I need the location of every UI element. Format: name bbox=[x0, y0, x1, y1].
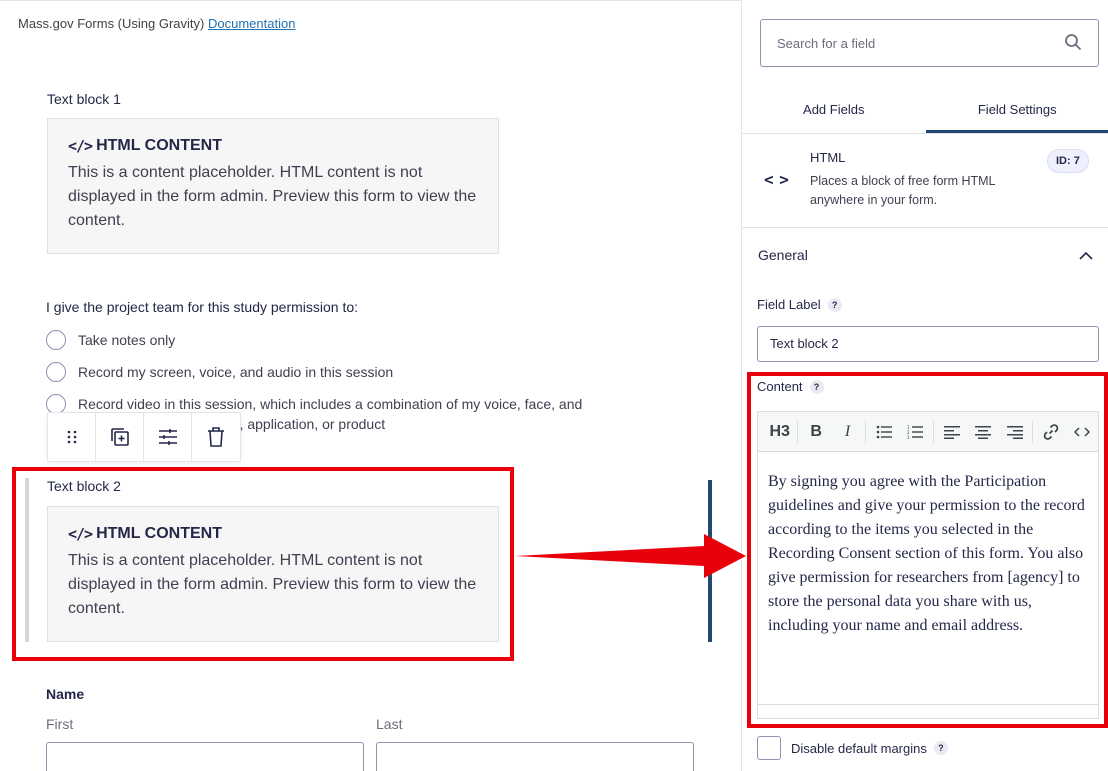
html-content-text: This is a content placeholder. HTML cont… bbox=[68, 164, 477, 229]
radio-button[interactable] bbox=[46, 362, 66, 382]
breadcrumb-text: Mass.gov Forms (Using Gravity) bbox=[18, 16, 205, 31]
disable-margins-option[interactable]: Disable default margins ? bbox=[757, 736, 948, 760]
field-id-badge: ID: 7 bbox=[1047, 149, 1089, 173]
last-name-sublabel: Last bbox=[376, 716, 403, 732]
breadcrumb: Mass.gov Forms (Using Gravity) Documenta… bbox=[18, 16, 295, 31]
trash-icon[interactable] bbox=[192, 413, 240, 461]
highlight-box-selected-field bbox=[12, 467, 514, 661]
drag-handle-icon[interactable] bbox=[48, 413, 96, 461]
top-divider bbox=[0, 0, 741, 1]
field-label-heading: Field Label ? bbox=[757, 297, 842, 312]
permission-question: I give the project team for this study p… bbox=[46, 299, 359, 315]
tab-add-fields[interactable]: Add Fields bbox=[742, 92, 926, 133]
help-icon[interactable]: ? bbox=[933, 741, 948, 755]
settings-sliders-icon[interactable] bbox=[144, 413, 192, 461]
general-section-title: General bbox=[758, 247, 808, 263]
first-name-input[interactable] bbox=[46, 742, 364, 771]
radio-option[interactable]: Take notes only bbox=[46, 330, 175, 350]
tab-field-settings[interactable]: Field Settings bbox=[925, 92, 1108, 133]
field-info: < > HTML Places a block of free form HTM… bbox=[742, 134, 1108, 228]
name-field-label: Name bbox=[46, 686, 85, 702]
last-name-input[interactable] bbox=[376, 742, 694, 771]
field-toolbar bbox=[47, 412, 241, 462]
general-section-toggle[interactable]: General bbox=[742, 229, 1108, 281]
radio-button[interactable] bbox=[46, 330, 66, 350]
html-content-title: HTML CONTENT bbox=[96, 137, 223, 154]
documentation-link[interactable]: Documentation bbox=[208, 16, 295, 31]
radio-button[interactable] bbox=[46, 394, 66, 414]
radio-option[interactable]: Record video in this session, which incl… bbox=[46, 394, 582, 414]
text-block-1-content[interactable]: </> HTML CONTENT This is a content place… bbox=[47, 118, 499, 254]
duplicate-icon[interactable] bbox=[96, 413, 144, 461]
field-type-title: HTML bbox=[810, 150, 846, 165]
field-type-description: Places a block of free form HTML anywher… bbox=[810, 174, 996, 207]
field-label-input[interactable]: Text block 2 bbox=[757, 326, 1099, 362]
first-name-sublabel: First bbox=[46, 716, 74, 732]
text-block-1-label: Text block 1 bbox=[47, 91, 121, 107]
code-brackets-icon: < > bbox=[764, 170, 789, 189]
radio-option[interactable]: Record my screen, voice, and audio in th… bbox=[46, 362, 393, 382]
disable-margins-checkbox[interactable] bbox=[757, 736, 781, 760]
highlight-box-content-editor bbox=[747, 372, 1108, 728]
chevron-up-icon bbox=[1079, 247, 1093, 263]
field-search-input[interactable]: Search for a field bbox=[760, 19, 1099, 67]
search-icon[interactable] bbox=[1064, 33, 1082, 54]
sidebar-tabs: Add Fields Field Settings bbox=[742, 92, 1108, 134]
code-icon: </> bbox=[68, 137, 93, 155]
help-icon[interactable]: ? bbox=[827, 297, 842, 312]
drop-indicator bbox=[708, 480, 712, 642]
